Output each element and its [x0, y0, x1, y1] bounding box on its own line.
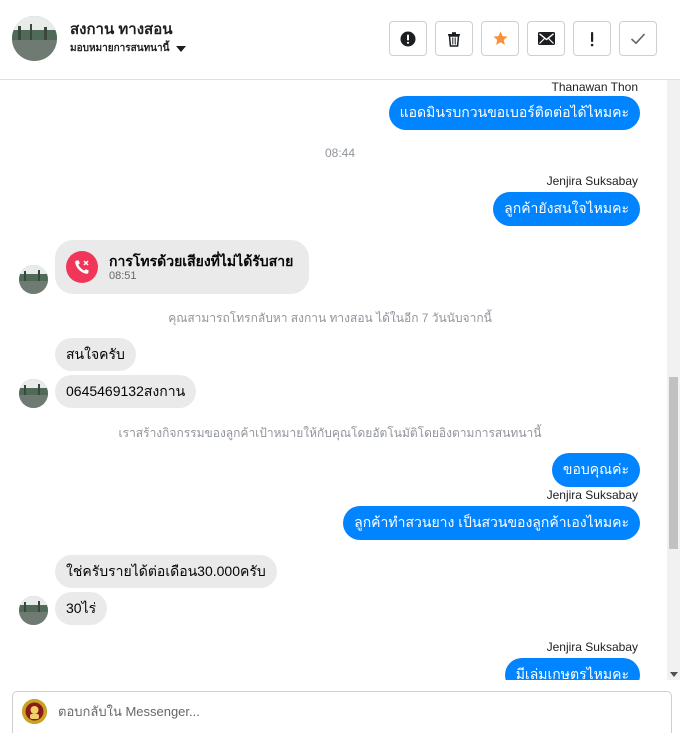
- sender-name: Jenjira Suksabay: [546, 640, 638, 654]
- incoming-message[interactable]: ใช่ครับรายได้ต่อเดือน30.000ครับ: [55, 555, 277, 588]
- star-icon: [492, 31, 508, 45]
- envelope-icon: [537, 32, 555, 45]
- callback-notice: คุณสามารถโทรกลับหา สงกาน ทางสอน ได้ในอีก…: [168, 311, 492, 325]
- incoming-message[interactable]: สนใจครับ: [55, 338, 136, 371]
- caret-down-icon: [176, 45, 187, 52]
- exclamation-icon: [590, 31, 594, 46]
- incoming-message[interactable]: 30ไร่: [55, 592, 108, 625]
- page-avatar: [22, 699, 47, 724]
- sender-name: Jenjira Suksabay: [546, 174, 638, 188]
- check-icon: [630, 33, 646, 45]
- report-spam-button[interactable]: [389, 21, 427, 56]
- lead-activity-notice: เราสร้างกิจกรรมของลูกค้าเป้าหมายให้กับคุ…: [118, 426, 542, 440]
- contact-avatar-small[interactable]: [19, 379, 48, 408]
- mark-done-button[interactable]: [619, 21, 657, 56]
- contact-avatar[interactable]: [12, 16, 57, 61]
- mark-unread-button[interactable]: [527, 21, 565, 56]
- sender-name: Jenjira Suksabay: [546, 488, 638, 502]
- conversation-toolbar: [389, 21, 657, 56]
- incoming-message[interactable]: 0645469132สงกาน: [55, 375, 197, 408]
- delete-button[interactable]: [435, 21, 473, 56]
- assign-label: มอบหมายการสนทนานี้: [70, 43, 170, 54]
- outgoing-message[interactable]: ขอบคุณค่ะ: [551, 453, 640, 487]
- call-time: 08:51: [109, 270, 137, 282]
- scrollbar-thumb[interactable]: [669, 377, 678, 549]
- star-button[interactable]: [481, 21, 519, 56]
- outgoing-message[interactable]: มีเล่มเกษตรไหมคะ: [504, 658, 640, 680]
- reply-input[interactable]: [58, 704, 618, 719]
- follow-up-button[interactable]: [573, 21, 611, 56]
- outgoing-message[interactable]: แอดมินรบกวนขอเบอร์ติดต่อได้ไหมคะ: [388, 96, 640, 130]
- message-thread[interactable]: Thanawan Thon แอดมินรบกวนขอเบอร์ติดต่อได…: [0, 80, 680, 680]
- exclamation-circle-icon: [400, 31, 416, 46]
- contact-name: สงกาน ทางสอน: [70, 21, 173, 38]
- scroll-down-arrow-icon[interactable]: [670, 672, 678, 677]
- outgoing-message[interactable]: ลูกค้าทำสวนยาง เป็นสวนของลูกค้าเองไหมคะ: [343, 506, 640, 540]
- call-title: การโทรด้วยเสียงที่ไม่ได้รับสาย: [109, 253, 294, 269]
- conversation-header: สงกาน ทางสอน มอบหมายการสนทนานี้: [0, 0, 680, 80]
- contact-avatar-small[interactable]: [19, 596, 48, 625]
- composer-area: [0, 680, 680, 733]
- assign-conversation-dropdown[interactable]: มอบหมายการสนทนานี้: [70, 41, 187, 56]
- missed-call-icon: [66, 251, 98, 283]
- thread-scrollbar[interactable]: [667, 80, 680, 680]
- trash-icon: [448, 31, 460, 47]
- reply-composer[interactable]: [12, 691, 672, 733]
- sender-name: Thanawan Thon: [551, 80, 638, 94]
- outgoing-message[interactable]: ลูกค้ายังสนใจไหมคะ: [493, 192, 640, 226]
- message-timestamp: 08:44: [324, 146, 356, 160]
- contact-avatar-small[interactable]: [19, 265, 48, 294]
- missed-call-card[interactable]: การโทรด้วยเสียงที่ไม่ได้รับสาย 08:51: [55, 240, 309, 294]
